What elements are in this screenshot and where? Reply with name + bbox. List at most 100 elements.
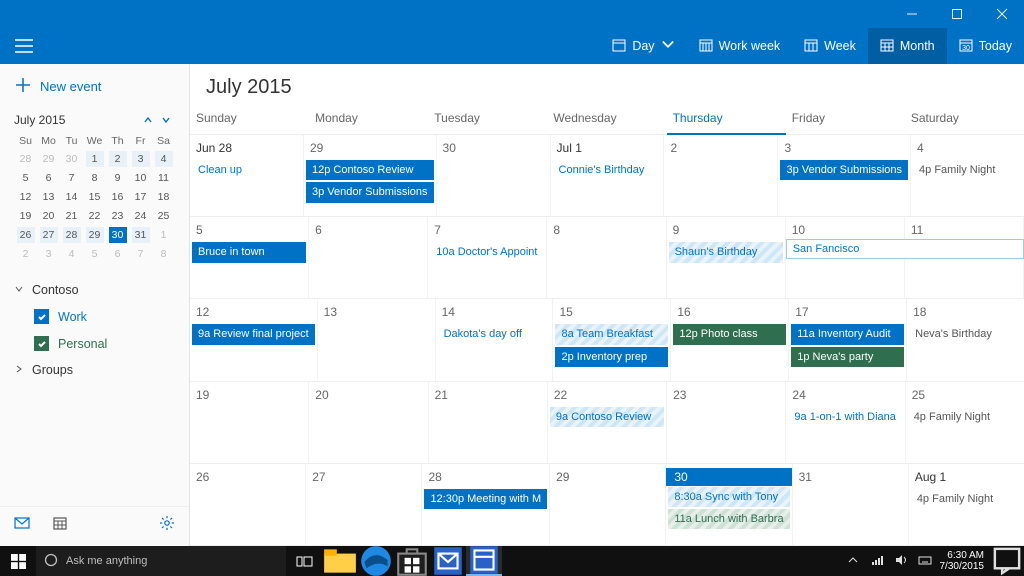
mini-day[interactable]: 23 [106, 206, 129, 225]
system-tray[interactable] [838, 553, 940, 570]
mini-day[interactable]: 21 [60, 206, 83, 225]
day-cell[interactable]: 9Shaun's Birthday [667, 217, 786, 298]
mini-day[interactable]: 8 [83, 168, 106, 187]
mini-day[interactable]: 28 [60, 225, 83, 244]
event[interactable]: 9a Review final project [192, 324, 315, 344]
chevron-up-icon[interactable] [846, 553, 860, 570]
day-cell[interactable]: 1711a Inventory Audit1p Neva's party [789, 299, 907, 380]
mini-day[interactable]: 22 [83, 206, 106, 225]
task-view-button[interactable] [286, 546, 322, 576]
mini-day[interactable]: 20 [37, 206, 60, 225]
day-cell[interactable]: 254p Family Night [906, 382, 1024, 463]
day-cell[interactable]: 20 [309, 382, 428, 463]
taskbar-app-mail[interactable] [430, 546, 466, 576]
mini-day[interactable]: 24 [129, 206, 152, 225]
calendar-personal[interactable]: Personal [14, 330, 175, 357]
mini-day[interactable]: 4 [152, 149, 175, 168]
day-cell[interactable]: Jul 1Connie's Birthday [551, 135, 665, 216]
day-cell[interactable]: 27 [306, 464, 422, 545]
view-today-button[interactable]: 30 Today [947, 28, 1024, 64]
mini-day[interactable]: 11 [152, 168, 175, 187]
mini-day[interactable]: 29 [37, 149, 60, 168]
taskbar-app-calendar[interactable] [466, 546, 502, 576]
mini-day[interactable]: 7 [60, 168, 83, 187]
day-cell[interactable]: 33p Vendor Submissions [778, 135, 911, 216]
event[interactable]: 3p Vendor Submissions [780, 160, 908, 180]
action-center-button[interactable] [990, 544, 1024, 576]
mini-day[interactable]: 10 [129, 168, 152, 187]
mini-day[interactable]: 5 [14, 168, 37, 187]
day-cell[interactable]: 31 [793, 464, 909, 545]
cortana-search[interactable]: Ask me anything [36, 546, 286, 576]
mini-day[interactable]: 9 [106, 168, 129, 187]
mini-day[interactable]: 17 [129, 187, 152, 206]
mini-day[interactable]: 12 [14, 187, 37, 206]
mini-day[interactable]: 3 [129, 149, 152, 168]
mini-day[interactable]: 19 [14, 206, 37, 225]
account-contoso[interactable]: Contoso [14, 277, 175, 303]
mini-day[interactable]: 2 [14, 244, 37, 263]
day-cell[interactable]: 2912p Contoso Review3p Vendor Submission… [304, 135, 437, 216]
day-cell[interactable]: 13 [318, 299, 436, 380]
event[interactable]: Clean up [192, 160, 301, 180]
event[interactable]: 8a Team Breakfast [555, 324, 668, 344]
taskbar-app-file-explorer[interactable] [322, 546, 358, 576]
event[interactable]: 12:30p Meeting with M [424, 489, 547, 509]
mini-day[interactable]: 3 [37, 244, 60, 263]
day-cell[interactable]: 14Dakota's day off [436, 299, 554, 380]
close-button[interactable] [979, 0, 1024, 28]
calendar-work[interactable]: Work [14, 303, 175, 330]
day-cell[interactable]: 308:30a Sync with Tony11a Lunch with Bar… [666, 464, 792, 545]
multi-day-event[interactable]: San Fancisco [786, 239, 1024, 259]
day-cell[interactable]: 29 [550, 464, 666, 545]
event[interactable]: 4p Family Night [913, 160, 1022, 180]
day-cell[interactable]: 5Bruce in town [190, 217, 309, 298]
event[interactable]: 10a Doctor's Appoint [430, 242, 544, 262]
keyboard-icon[interactable] [918, 553, 932, 570]
mini-day[interactable]: 28 [14, 149, 37, 168]
event[interactable]: 3p Vendor Submissions [306, 182, 434, 202]
mail-icon[interactable] [14, 515, 30, 536]
event[interactable]: 11a Inventory Audit [791, 324, 904, 344]
mini-day[interactable]: 26 [14, 225, 37, 244]
day-cell[interactable]: 44p Family Night [911, 135, 1024, 216]
event[interactable]: 1p Neva's party [791, 347, 904, 367]
day-cell[interactable]: 158a Team Breakfast2p Inventory prep [553, 299, 671, 380]
event[interactable]: 2p Inventory prep [555, 347, 668, 367]
taskbar-clock[interactable]: 6:30 AM 7/30/2015 [940, 550, 991, 573]
mini-day[interactable]: 1 [83, 149, 106, 168]
day-cell[interactable]: 710a Doctor's Appoint [428, 217, 547, 298]
day-cell[interactable]: 2 [664, 135, 778, 216]
event[interactable]: 4p Family Night [908, 407, 1022, 427]
mini-day[interactable]: 16 [106, 187, 129, 206]
mini-day[interactable]: 6 [106, 244, 129, 263]
new-event-button[interactable]: New event [0, 64, 189, 109]
view-day-button[interactable]: Day [600, 28, 686, 64]
day-cell[interactable]: 6 [309, 217, 428, 298]
event[interactable]: Connie's Birthday [553, 160, 662, 180]
taskbar-app-store[interactable] [394, 546, 430, 576]
day-cell[interactable]: 249a 1-on-1 with Diana [786, 382, 905, 463]
network-icon[interactable] [870, 553, 884, 570]
mini-day[interactable]: 2 [106, 149, 129, 168]
event[interactable]: Neva's Birthday [909, 324, 1022, 344]
mini-day[interactable]: 30 [106, 225, 129, 244]
hamburger-button[interactable] [0, 28, 48, 64]
mini-calendar-prev[interactable] [139, 115, 157, 125]
event[interactable]: 12p Photo class [673, 324, 786, 344]
mini-day[interactable]: 29 [83, 225, 106, 244]
mini-day[interactable]: 6 [37, 168, 60, 187]
mini-day[interactable]: 5 [83, 244, 106, 263]
day-cell[interactable]: Aug 14p Family Night [909, 464, 1024, 545]
day-cell[interactable]: 18Neva's Birthday [907, 299, 1024, 380]
day-cell[interactable]: 19 [190, 382, 309, 463]
event[interactable]: 9a 1-on-1 with Diana [788, 407, 902, 427]
mini-day[interactable]: 27 [37, 225, 60, 244]
mini-day[interactable]: 31 [129, 225, 152, 244]
mini-calendar-next[interactable] [157, 115, 175, 125]
mini-day[interactable]: 8 [152, 244, 175, 263]
maximize-button[interactable] [934, 0, 979, 28]
event[interactable]: 9a Contoso Review [550, 407, 664, 427]
day-cell[interactable]: 1612p Photo class [671, 299, 789, 380]
event[interactable]: Dakota's day off [438, 324, 551, 344]
